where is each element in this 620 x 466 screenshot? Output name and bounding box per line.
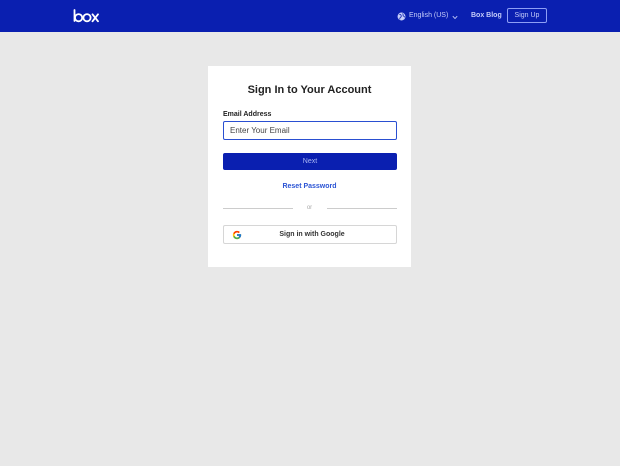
top-navigation-bar: English (US) Box Blog Sign Up [0, 0, 620, 32]
language-selector[interactable]: English (US) [397, 9, 458, 23]
chevron-down-icon [452, 15, 458, 19]
google-sign-in-button[interactable]: Sign in with Google [223, 225, 397, 244]
page-title: Sign In to Your Account [247, 84, 372, 96]
divider-or-text: or [306, 205, 313, 211]
email-label: Email Address [223, 111, 272, 118]
divider-left [223, 208, 293, 209]
language-label: English (US) [409, 12, 449, 19]
box-logo-icon[interactable] [73, 9, 99, 23]
box-blog-link[interactable]: Box Blog [471, 9, 502, 23]
sign-up-button[interactable]: Sign Up [507, 8, 547, 23]
divider-right [327, 208, 397, 209]
globe-icon [397, 12, 406, 20]
reset-password-link[interactable]: Reset Password [208, 182, 411, 191]
email-input[interactable] [223, 121, 397, 140]
next-button[interactable]: Next [223, 153, 397, 170]
login-card: Sign In to Your Account Email Address Ne… [208, 66, 411, 267]
google-sign-in-label: Sign in with Google [279, 231, 345, 238]
